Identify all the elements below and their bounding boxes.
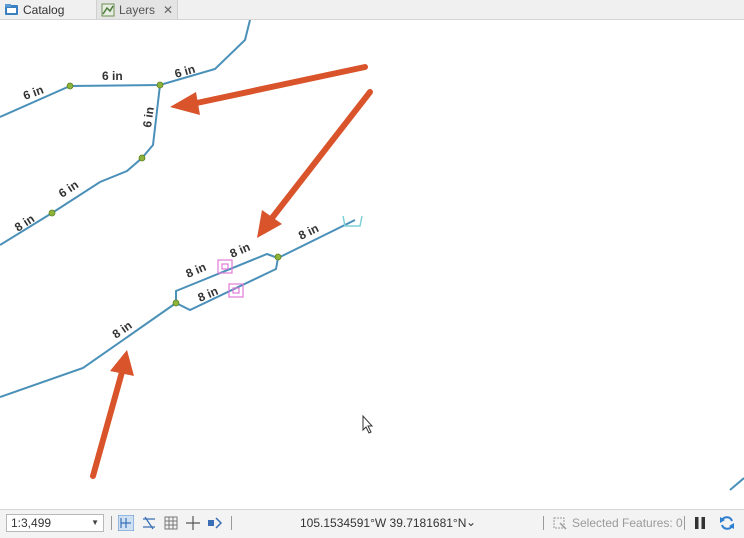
status-bar: 1:3,499 ▼ 105.1534591°W 39.7181681°N ⌄ S…	[0, 509, 744, 538]
junction-node[interactable]	[274, 253, 282, 261]
arrow-head	[170, 92, 200, 115]
arrow-head	[110, 350, 134, 376]
divider	[231, 516, 232, 530]
junctions	[48, 81, 282, 307]
tab-catalog-label: Catalog	[23, 2, 65, 17]
coordinate-readout: 105.1534591°W 39.7181681°N	[300, 516, 467, 530]
pipe-line[interactable]	[175, 252, 280, 312]
crosshair-icon[interactable]	[185, 515, 201, 531]
tab-layers[interactable]: Layers ✕	[96, 0, 178, 19]
layers-icon	[101, 3, 115, 16]
divider	[684, 516, 685, 530]
pipe-label: 8 in	[196, 284, 220, 305]
constraints-icon[interactable]	[207, 515, 223, 531]
pipe-label: 8 in	[12, 212, 37, 235]
topology-icon[interactable]	[141, 515, 157, 531]
map-view[interactable]: 6 in 6 in 6 in 6 in 6 in 8 in 8 in 8 in …	[0, 20, 744, 509]
chevron-down-icon[interactable]: ⌄	[466, 515, 476, 529]
grid-icon[interactable]	[163, 515, 179, 531]
snapping-icon[interactable]	[118, 515, 134, 531]
pipe-line[interactable]	[0, 302, 177, 398]
pipe-label: 6 in	[173, 62, 197, 81]
pipe-line[interactable]	[729, 477, 744, 491]
junction-node[interactable]	[66, 82, 74, 90]
pipe-label: 6 in	[140, 106, 157, 128]
pipe-label: 8 in	[228, 240, 252, 261]
junction-node[interactable]	[138, 154, 146, 162]
tab-catalog[interactable]: Catalog	[4, 0, 88, 19]
chevron-down-icon: ▼	[91, 518, 99, 527]
map-canvas[interactable]: 6 in 6 in 6 in 6 in 6 in 8 in 8 in 8 in …	[0, 20, 744, 509]
junction-node[interactable]	[48, 209, 56, 217]
close-icon[interactable]: ✕	[163, 3, 173, 17]
pipe-label: 8 in	[184, 260, 208, 281]
junction-node[interactable]	[156, 81, 164, 89]
tab-layers-label: Layers	[119, 2, 156, 17]
pause-icon[interactable]	[692, 515, 708, 531]
junction-node[interactable]	[172, 299, 180, 307]
pipe-label: 6 in	[102, 69, 123, 83]
divider	[543, 516, 544, 530]
pipe-label: 6 in	[21, 83, 45, 103]
cursor-icon	[362, 414, 374, 434]
selection-icon[interactable]	[552, 515, 568, 531]
refresh-icon[interactable]	[719, 515, 735, 531]
catalog-icon	[5, 4, 18, 15]
scale-value: 1:3,499	[11, 516, 52, 530]
divider	[111, 516, 112, 530]
arrow-shaft	[269, 89, 373, 221]
scale-select[interactable]: 1:3,499 ▼	[6, 514, 104, 532]
arrow-shaft	[90, 369, 125, 479]
tab-bar: Catalog Layers ✕	[0, 0, 744, 20]
pipe-label: 8 in	[110, 318, 135, 341]
arrow-shaft	[189, 64, 368, 107]
valve-symbol[interactable]	[221, 263, 229, 270]
selected-features-count: Selected Features: 0	[572, 516, 683, 530]
